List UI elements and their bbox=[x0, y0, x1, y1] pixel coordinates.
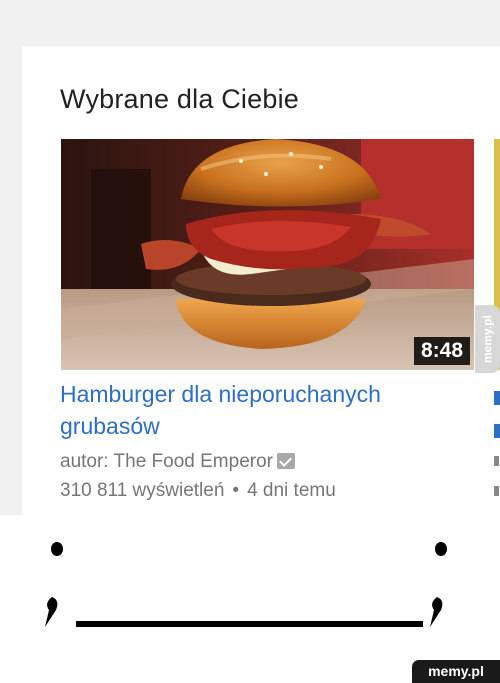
meta-separator: • bbox=[232, 480, 240, 501]
next-video-meta-edge bbox=[494, 456, 499, 466]
next-video-meta-edge-2 bbox=[494, 486, 499, 496]
video-author: autor: The Food Emperor bbox=[60, 451, 295, 473]
video-duration-badge: 8:48 bbox=[413, 337, 470, 365]
section-title: Wybrane dla Ciebie bbox=[60, 84, 299, 114]
video-title-link[interactable]: Hamburger dla nieporuchanych grubasów bbox=[60, 378, 480, 442]
video-thumbnail[interactable]: 8:48 bbox=[61, 139, 474, 370]
recommendation-card: Wybrane dla Ciebie 8:48 Hamburger dla ni… bbox=[22, 46, 500, 515]
watermark-side: memy.pl bbox=[475, 305, 500, 373]
next-video-title-edge-2[interactable] bbox=[494, 424, 500, 438]
watermark-bottom: memy.pl bbox=[412, 660, 500, 683]
author-label[interactable]: autor: The Food Emperor bbox=[60, 451, 273, 472]
view-count: 310 811 wyświetleń bbox=[60, 480, 225, 501]
verified-check-icon bbox=[276, 453, 295, 469]
next-video-title-edge[interactable] bbox=[494, 391, 500, 405]
sad-face-emoticon bbox=[45, 542, 447, 627]
burger-image bbox=[61, 139, 474, 370]
video-stats: 310 811 wyświetleń • 4 dni temu bbox=[60, 480, 336, 502]
upload-age: 4 dni temu bbox=[247, 480, 336, 501]
